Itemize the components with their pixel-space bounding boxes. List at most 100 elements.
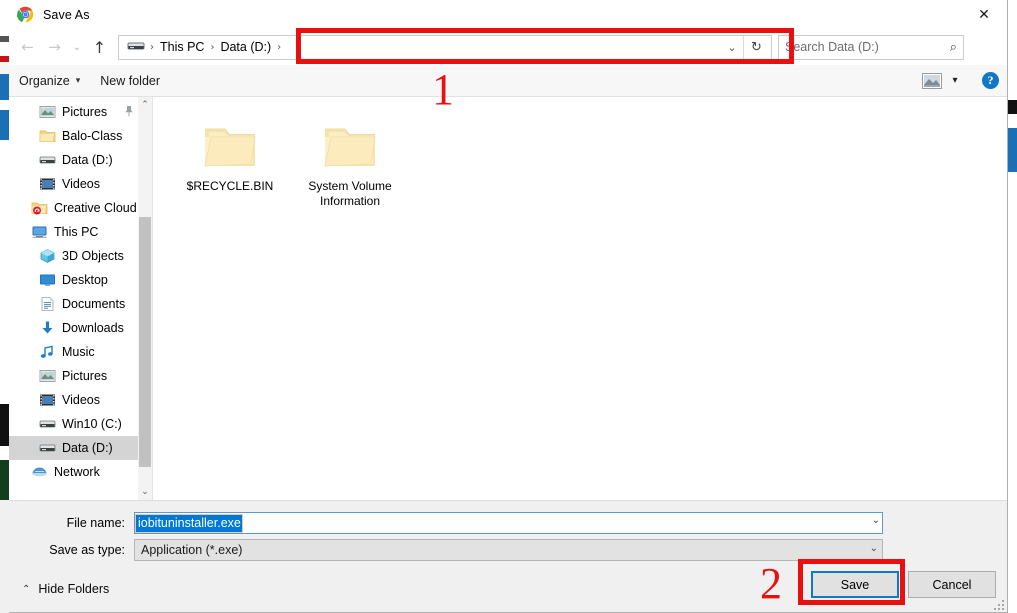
search-input[interactable]: Search Data (D:) ⌕ <box>778 34 964 60</box>
file-name-value: iobituninstaller.exe <box>135 513 243 533</box>
sidebar-item-data-d[interactable]: Data (D:) <box>9 148 152 172</box>
close-icon[interactable]: ✕ <box>961 0 1007 29</box>
sidebar-item-win10-c[interactable]: Win10 (C:) <box>9 412 152 436</box>
help-icon[interactable]: ? <box>982 72 999 89</box>
chevron-down-icon: ▾ <box>75 75 81 86</box>
sidebar-item-videos[interactable]: Videos <box>9 172 152 196</box>
sidebar-item-label: Music <box>62 345 95 359</box>
sidebar-item-label: Win10 (C:) <box>62 417 122 431</box>
file-label: System Volume Information <box>308 179 392 208</box>
view-mode-icon[interactable] <box>922 72 942 89</box>
resize-grip[interactable] <box>992 598 1004 610</box>
drive-icon <box>39 440 56 456</box>
hide-folders-label: Hide Folders <box>38 582 110 596</box>
breadcrumb-separator[interactable]: › <box>275 42 283 53</box>
command-bar: Organize ▾ New folder ▾ ? <box>9 65 1007 97</box>
address-bar[interactable]: › This PC › Data (D:) › ⌄ ↻ <box>118 34 772 60</box>
search-icon: ⌕ <box>949 39 957 55</box>
file-name-row: File name: iobituninstaller.exe ⌄ <box>9 512 1007 534</box>
network-icon <box>31 464 48 480</box>
save-as-type-value: Application (*.exe) <box>141 543 243 557</box>
videos-icon <box>39 392 56 408</box>
breadcrumb-separator: › <box>150 41 154 53</box>
chevron-down-icon[interactable]: ⌄ <box>721 41 743 54</box>
chevron-down-icon[interactable]: ▾ <box>944 75 966 86</box>
sidebar-item-label: Pictures <box>62 369 108 383</box>
pictures-icon <box>39 104 56 120</box>
sidebar-item-label: Network <box>54 465 100 479</box>
file-item[interactable]: $RECYCLE.BIN <box>171 119 289 209</box>
breadcrumb-data-d[interactable]: Data (D:) <box>216 40 275 54</box>
back-icon[interactable]: ← <box>14 33 41 61</box>
file-name-label: File name: <box>66 516 125 530</box>
sidebar-item-data-d[interactable]: Data (D:) <box>9 436 152 460</box>
sidebar-item-label: Videos <box>62 393 100 407</box>
search-placeholder: Search Data (D:) <box>785 40 879 54</box>
sidebar-item-label: Balo-Class <box>62 129 123 143</box>
file-item[interactable]: System Volume Information <box>291 119 409 209</box>
sidebar-item-label: Pictures <box>62 105 108 119</box>
desktop-background-right <box>1008 0 1017 613</box>
sidebar-item-desktop[interactable]: Desktop <box>9 268 152 292</box>
save-as-dialog: Save As ✕ ← → ⌄ ↑ › This PC › Data (D:) <box>9 0 1008 613</box>
refresh-icon[interactable]: ↻ <box>744 35 769 60</box>
creativecloud-icon <box>31 200 48 216</box>
hide-folders-button[interactable]: ⌃ Hide Folders <box>22 582 109 596</box>
desktop-icon <box>39 272 56 288</box>
sidebar-item-network[interactable]: Network <box>9 460 152 484</box>
view-options-group: ▾ ? <box>922 65 999 96</box>
new-folder-button[interactable]: New folder <box>90 65 170 96</box>
annotation-number-1: 1 <box>432 65 454 114</box>
sidebar-item-label: 3D Objects <box>62 249 124 263</box>
cancel-button[interactable]: Cancel <box>908 571 996 598</box>
chevron-down-icon[interactable]: ⌄ <box>872 515 880 526</box>
sidebar-item-videos[interactable]: Videos <box>9 388 152 412</box>
sidebar-item-pictures[interactable]: Pictures <box>9 364 152 388</box>
up-icon[interactable]: ↑ <box>86 33 113 61</box>
save-button[interactable]: Save <box>811 571 899 598</box>
sidebar-item-downloads[interactable]: Downloads <box>9 316 152 340</box>
dialog-buttons: Save Cancel <box>811 571 996 598</box>
drive-icon <box>127 39 145 55</box>
thispc-icon <box>31 224 48 240</box>
file-list-pane[interactable]: $RECYCLE.BIN System Volume Information <box>152 97 1007 500</box>
sidebar-item-creative-cloud-fil[interactable]: Creative Cloud Fil <box>9 196 152 220</box>
file-name-input[interactable]: iobituninstaller.exe ⌄ <box>134 512 883 534</box>
scrollbar-thumb[interactable] <box>139 217 151 467</box>
forward-icon[interactable]: → <box>41 33 68 61</box>
folder-icon <box>321 123 379 171</box>
file-label: $RECYCLE.BIN <box>186 179 274 193</box>
sidebar-item-label: Videos <box>62 177 100 191</box>
breadcrumb-this-pc[interactable]: This PC <box>156 40 208 54</box>
sidebar-item-pictures[interactable]: Pictures <box>9 100 152 124</box>
sidebar-item-3d-objects[interactable]: 3D Objects <box>9 244 152 268</box>
save-as-type-select[interactable]: Application (*.exe) ⌄ <box>134 539 883 561</box>
sidebar-item-label: Desktop <box>62 273 108 287</box>
title-bar: Save As ✕ <box>9 0 1007 29</box>
sidebar-item-label: Downloads <box>62 321 124 335</box>
file-type-row: Save as type: Application (*.exe) ⌄ <box>9 539 1007 561</box>
folder-icon <box>201 123 259 171</box>
navigation-list: Pictures Balo-Class Data (D:) Videos Creativ… <box>9 100 152 484</box>
drive-icon <box>39 416 56 432</box>
organize-button[interactable]: Organize ▾ <box>9 65 90 96</box>
scroll-up-icon[interactable]: ⌃ <box>138 97 152 113</box>
navigation-pane: Pictures Balo-Class Data (D:) Videos Creativ… <box>9 97 152 500</box>
recent-locations-icon[interactable]: ⌄ <box>68 33 86 61</box>
pin-icon[interactable] <box>124 105 134 118</box>
sidebar-item-music[interactable]: Music <box>9 340 152 364</box>
sidebar-item-label: This PC <box>54 225 99 239</box>
sidebar-item-documents[interactable]: Documents <box>9 292 152 316</box>
drive-icon <box>39 152 56 168</box>
navigation-bar: ← → ⌄ ↑ › This PC › Data (D:) › ⌄ ↻ Sear… <box>9 29 1007 65</box>
sidebar-item-label: Data (D:) <box>62 153 113 167</box>
sidebar-item-this-pc[interactable]: This PC <box>9 220 152 244</box>
sidebar-item-balo-class[interactable]: Balo-Class <box>9 124 152 148</box>
scroll-down-icon[interactable]: ⌄ <box>138 484 152 500</box>
breadcrumb-separator: › <box>210 41 215 53</box>
videos-icon <box>39 176 56 192</box>
sidebar-scrollbar[interactable]: ⌃ ⌄ <box>138 97 152 500</box>
annotation-number-2: 2 <box>760 559 782 608</box>
music-icon <box>39 344 56 360</box>
chevron-down-icon[interactable]: ⌄ <box>870 543 878 554</box>
